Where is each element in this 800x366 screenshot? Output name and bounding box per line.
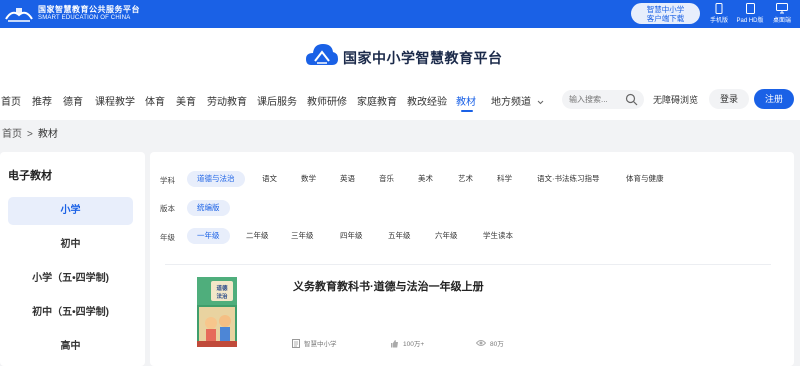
device-pad-label: Pad HD版 [736, 18, 764, 24]
grade-option-6[interactable]: 六年级 [425, 228, 468, 244]
subject-filter-label: 学科 [160, 176, 175, 185]
client-download-label-1: 智慧中小学 [646, 5, 685, 14]
device-mobile[interactable]: 手机版 [706, 3, 732, 24]
svg-text:法治: 法治 [216, 292, 228, 300]
sidebar-item-junior[interactable]: 初中 [8, 231, 133, 259]
subject-option-fineart[interactable]: 美术 [408, 171, 443, 187]
nav-item-reform[interactable]: 教改经验 [407, 93, 447, 108]
chevron-down-icon [537, 100, 544, 105]
subject-option-art[interactable]: 艺术 [448, 171, 483, 187]
breadcrumb-separator: > [27, 129, 33, 140]
subject-option-calligraphy[interactable]: 语文·书法练习指导 [527, 171, 610, 187]
grade-option-1[interactable]: 一年级 [187, 228, 230, 244]
book-publisher-label: 智慧中小学 [304, 341, 337, 348]
nav-item-local[interactable]: 地方频道 [491, 93, 544, 108]
edition-filter-label: 版本 [160, 204, 175, 213]
nav-active-indicator [461, 110, 473, 112]
grade-option-3[interactable]: 三年级 [281, 228, 324, 244]
book-views-count: 80万 [490, 341, 504, 348]
top-bar: 国家智慧教育公共服务平台 SMART EDUCATION OF CHINA 智慧… [0, 0, 800, 28]
edition-option-tongbian[interactable]: 统编版 [187, 200, 230, 216]
subject-option-pe-health[interactable]: 体育与健康 [616, 171, 674, 187]
breadcrumb: 首页 > 教材 [2, 125, 58, 140]
nav-item-textbook[interactable]: 教材 [456, 93, 476, 108]
sidebar: 电子教材 小学 初中 小学（五•四学制) 初中（五•四学制) 高中 [0, 152, 145, 366]
tablet-icon [745, 3, 755, 14]
nav-item-recommend[interactable]: 推荐 [32, 93, 52, 108]
site-title: 国家中小学智慧教育平台 [343, 51, 503, 67]
nav-item-teacher[interactable]: 教师研修 [307, 93, 347, 108]
nav-item-home[interactable]: 首页 [1, 93, 21, 108]
book-publisher: 智慧中小学 [292, 338, 337, 348]
grade-filter-label: 年级 [160, 233, 175, 242]
book-cover-image[interactable]: 道德 法治 [197, 277, 237, 347]
nav-item-labor[interactable]: 劳动教育 [207, 93, 247, 108]
platform-logo-icon[interactable] [4, 5, 34, 23]
list-divider [165, 264, 771, 265]
nav-item-family[interactable]: 家庭教育 [357, 93, 397, 108]
nav-item-afterschool[interactable]: 课后服务 [257, 93, 297, 108]
book-title[interactable]: 义务教育教科书·道德与法治一年级上册 [293, 278, 484, 294]
book-likes-count: 100万+ [403, 341, 425, 348]
grade-option-reader[interactable]: 学生读本 [473, 228, 523, 244]
eye-icon [476, 340, 486, 346]
brand-name-en: SMART EDUCATION OF CHINA [38, 15, 131, 21]
desktop-icon [776, 3, 788, 14]
accessibility-link[interactable]: 无障碍浏览 [653, 93, 698, 106]
device-pad[interactable]: Pad HD版 [734, 3, 766, 24]
sidebar-item-primary[interactable]: 小学 [8, 197, 133, 225]
site-logo-icon[interactable] [305, 41, 339, 71]
client-download-button[interactable]: 智慧中小学 客户端下载 [631, 3, 700, 24]
subject-option-english[interactable]: 英语 [330, 171, 365, 187]
grade-option-2[interactable]: 二年级 [236, 228, 279, 244]
sidebar-item-junior-54[interactable]: 初中（五•四学制) [8, 299, 133, 327]
client-download-label-2: 客户端下载 [646, 14, 685, 23]
thumbs-up-icon [391, 339, 398, 347]
login-button[interactable]: 登录 [709, 89, 749, 109]
book-likes[interactable]: 100万+ [390, 338, 424, 348]
nav-item-moral[interactable]: 德育 [63, 93, 83, 108]
sidebar-item-senior[interactable]: 高中 [8, 333, 133, 361]
subject-option-morality[interactable]: 道德与法治 [187, 171, 245, 187]
breadcrumb-home[interactable]: 首页 [2, 129, 22, 140]
main-nav: 首页 推荐 德育 课程教学 体育 美育 劳动教育 课后服务 教师研修 家庭教育 … [0, 89, 800, 114]
subject-option-science[interactable]: 科学 [487, 171, 522, 187]
nav-item-local-label: 地方频道 [491, 97, 531, 108]
subject-option-math[interactable]: 数学 [291, 171, 326, 187]
search-icon[interactable] [625, 93, 638, 106]
device-mobile-label: 手机版 [709, 18, 728, 24]
nav-item-course[interactable]: 课程教学 [95, 93, 135, 108]
subject-option-music[interactable]: 音乐 [369, 171, 404, 187]
device-desktop-label: 桌面端 [772, 18, 791, 24]
nav-item-pe[interactable]: 体育 [145, 93, 165, 108]
book-views: 80万 [476, 338, 504, 348]
register-button[interactable]: 注册 [754, 89, 794, 109]
device-desktop[interactable]: 桌面端 [769, 3, 795, 24]
sidebar-title: 电子教材 [8, 170, 52, 182]
nav-item-art[interactable]: 美育 [176, 93, 196, 108]
grade-option-4[interactable]: 四年级 [330, 228, 373, 244]
document-icon [292, 338, 300, 348]
sidebar-item-primary-54[interactable]: 小学（五•四学制) [8, 265, 133, 293]
breadcrumb-current: 教材 [37, 129, 58, 140]
grade-option-5[interactable]: 五年级 [378, 228, 421, 244]
svg-text:道德: 道德 [216, 284, 228, 292]
subject-option-chinese[interactable]: 语文 [252, 171, 287, 187]
brand-name: 国家智慧教育公共服务平台 [38, 5, 140, 14]
phone-icon [715, 3, 723, 14]
site-header: 国家中小学智慧教育平台 首页 推荐 德育 课程教学 体育 美育 劳动教育 课后服… [0, 28, 800, 120]
